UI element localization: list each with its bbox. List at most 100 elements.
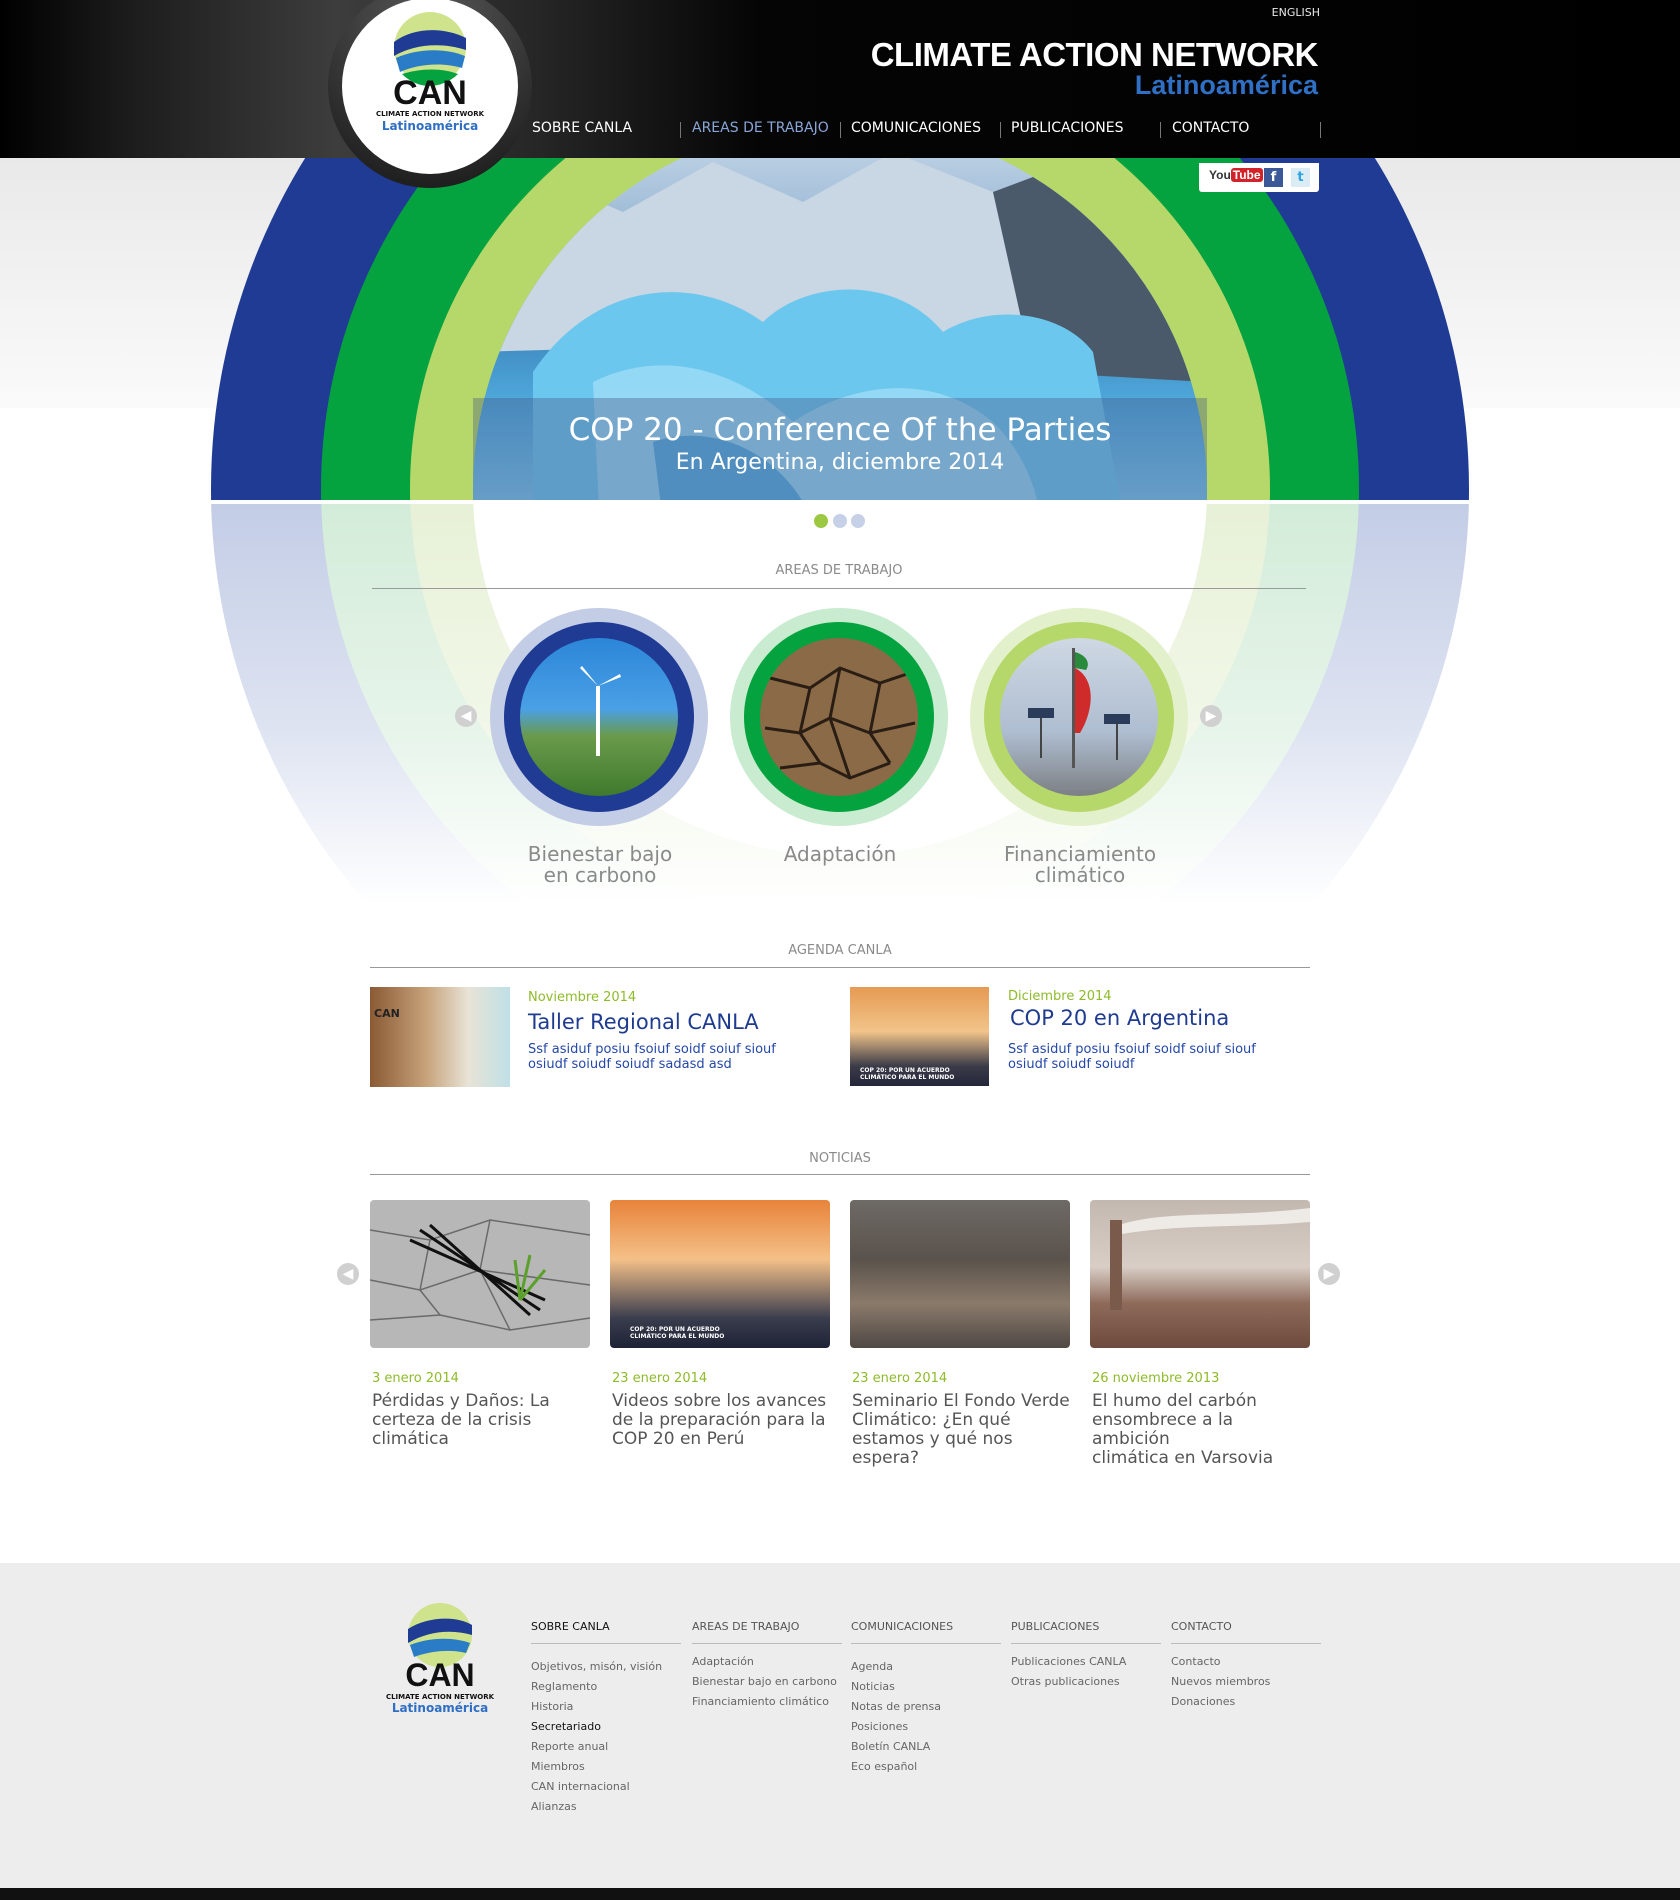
footer-logo-text: CAN <box>405 1657 475 1693</box>
footer-link[interactable]: Otras publicaciones <box>1011 1672 1126 1692</box>
slider-dot-2[interactable] <box>833 514 847 528</box>
news-date-4: 26 noviembre 2013 <box>1092 1371 1220 1386</box>
news-section-title: NOTICIAS <box>809 1151 871 1166</box>
footer-links-publicaciones: Publicaciones CANLA Otras publicaciones <box>1011 1652 1126 1692</box>
footer-heading-areas[interactable]: AREAS DE TRABAJO <box>692 1620 799 1633</box>
news-image-caption: COP 20: POR UN ACUERDO CLIMÁTICO PARA EL… <box>630 1326 725 1340</box>
footer-divider <box>1011 1643 1161 1644</box>
slider-dot-1[interactable] <box>814 514 828 528</box>
area-label-2[interactable]: Adaptación <box>720 844 960 865</box>
footer-divider <box>531 1643 681 1644</box>
footer-link[interactable]: Adaptación <box>692 1652 837 1672</box>
footer-link[interactable]: Nuevos miembros <box>1171 1672 1270 1692</box>
news-prev-arrow[interactable]: ◀ <box>337 1263 359 1285</box>
footer-link[interactable]: Objetivos, misón, visión <box>531 1657 662 1677</box>
footer-heading-publicaciones[interactable]: PUBLICACIONES <box>1011 1620 1099 1633</box>
site-footer <box>0 1563 1680 1888</box>
news-next-arrow[interactable]: ▶ <box>1318 1263 1340 1285</box>
news-title-4[interactable]: El humo del carbón ensombrece a la ambici… <box>1092 1392 1312 1468</box>
area-ring <box>504 622 694 812</box>
nav-separator <box>1320 122 1321 138</box>
footer-divider <box>1171 1643 1321 1644</box>
footer-link[interactable]: Boletín CANLA <box>851 1737 941 1757</box>
footer-link[interactable]: Miembros <box>531 1757 662 1777</box>
footer-link[interactable]: Eco español <box>851 1757 941 1777</box>
footer-link[interactable]: Noticias <box>851 1677 941 1697</box>
agenda-text-2: Ssf asiduf posiu fsoiuf soidf soiuf siou… <box>1008 1042 1256 1072</box>
wind-turbine-icon <box>580 666 621 756</box>
footer-link[interactable]: Agenda <box>851 1657 941 1677</box>
agenda-divider <box>370 967 1310 968</box>
cracked-earth-icon <box>764 666 916 780</box>
news-date-3: 23 enero 2014 <box>852 1371 948 1386</box>
area-ring <box>744 622 934 812</box>
area-card-adaptacion[interactable] <box>730 608 948 826</box>
news-title-2[interactable]: Videos sobre los avances de la preparació… <box>612 1392 832 1449</box>
language-link[interactable]: ENGLISH <box>1272 6 1320 19</box>
site-logo[interactable]: CAN CLIMATE ACTION NETWORK Latinoamérica <box>342 0 518 174</box>
area-label-1[interactable]: Bienestar bajo en carbono <box>480 844 720 886</box>
footer-link[interactable]: Bienestar bajo en carbono <box>692 1672 837 1692</box>
footer-link[interactable]: Notas de prensa <box>851 1697 941 1717</box>
footer-links-sobre-canla: Objetivos, misón, visión Reglamento Hist… <box>531 1657 662 1817</box>
footer-link[interactable]: Historia <box>531 1697 662 1717</box>
news-image-2[interactable]: COP 20: POR UN ACUERDO CLIMÁTICO PARA EL… <box>610 1200 830 1348</box>
area-card-bienestar[interactable] <box>490 608 708 826</box>
footer-divider <box>692 1643 842 1644</box>
chimney-smoke-icon <box>1110 1208 1310 1310</box>
footer-link[interactable]: Contacto <box>1171 1652 1270 1672</box>
news-image-3[interactable] <box>850 1200 1070 1348</box>
area-label-3[interactable]: Financiamiento climático <box>960 844 1200 886</box>
footer-heading-comunicaciones[interactable]: COMUNICACIONES <box>851 1620 953 1633</box>
nav-publicaciones[interactable]: PUBLICACIONES <box>1011 120 1123 136</box>
agenda-title-2[interactable]: COP 20 en Argentina <box>1010 1006 1229 1030</box>
footer-link[interactable]: Publicaciones CANLA <box>1011 1652 1126 1672</box>
slider-dot-3[interactable] <box>851 514 865 528</box>
news-title-1[interactable]: Pérdidas y Daños: La certeza de la crisis… <box>372 1392 592 1449</box>
footer-link[interactable]: Posiciones <box>851 1717 941 1737</box>
footer-logo[interactable]: CAN CLIMATE ACTION NETWORK Latinoamérica <box>380 1595 500 1715</box>
footer-links-comunicaciones: Agenda Noticias Notas de prensa Posicion… <box>851 1657 941 1777</box>
nav-separator <box>680 122 681 138</box>
footer-link[interactable]: CAN internacional <box>531 1777 662 1797</box>
agenda-image-2[interactable]: COP 20: POR UN ACUERDO CLIMÁTICO PARA EL… <box>850 987 989 1086</box>
nav-separator <box>840 122 841 138</box>
agenda-title-1[interactable]: Taller Regional CANLA <box>528 1010 759 1034</box>
agenda-image-1[interactable]: CAN <box>370 987 510 1087</box>
footer-link[interactable]: Donaciones <box>1171 1692 1270 1712</box>
nav-areas-de-trabajo[interactable]: AREAS DE TRABAJO <box>692 120 829 136</box>
cracked-earth-image <box>760 638 918 796</box>
news-image-1[interactable] <box>370 1200 590 1348</box>
nav-contacto[interactable]: CONTACTO <box>1172 120 1249 136</box>
footer-link[interactable]: Financiamiento climático <box>692 1692 837 1712</box>
nav-sobre-canla[interactable]: SOBRE CANLA <box>532 120 632 136</box>
footer-heading-contacto[interactable]: CONTACTO <box>1171 1620 1232 1633</box>
hero-subtitle: En Argentina, diciembre 2014 <box>675 450 1005 475</box>
area-ring <box>984 622 1174 812</box>
facebook-icon[interactable]: f <box>1264 168 1283 187</box>
logo-text: CAN <box>393 74 467 112</box>
nav-comunicaciones[interactable]: COMUNICACIONES <box>851 120 981 136</box>
footer-heading-sobre-canla[interactable]: SOBRE CANLA <box>531 1620 610 1633</box>
flag-solar-icon <box>1028 648 1130 768</box>
twitter-icon[interactable]: t <box>1291 168 1310 187</box>
areas-divider <box>372 588 1306 589</box>
footer-divider <box>851 1643 1001 1644</box>
youtube-icon[interactable]: You Tube <box>1209 168 1263 186</box>
footer-link[interactable]: Secretariado <box>531 1717 662 1737</box>
agenda-date-2: Diciembre 2014 <box>1008 989 1112 1004</box>
footer-link[interactable]: Reglamento <box>531 1677 662 1697</box>
footer-link[interactable]: Reporte anual <box>531 1737 662 1757</box>
areas-next-arrow[interactable]: ▶ <box>1200 705 1222 727</box>
wind-turbine-image <box>520 638 678 796</box>
news-image-4[interactable] <box>1090 1200 1310 1348</box>
news-title-3[interactable]: Seminario El Fondo Verde Climático: ¿En q… <box>852 1392 1072 1468</box>
areas-prev-arrow[interactable]: ◀ <box>455 705 477 727</box>
news-date-2: 23 enero 2014 <box>612 1371 708 1386</box>
agenda-image-caption: COP 20: POR UN ACUERDO CLIMÁTICO PARA EL… <box>860 1067 955 1081</box>
nav-separator <box>1160 122 1161 138</box>
footer-link[interactable]: Alianzas <box>531 1797 662 1817</box>
brand-title: CLIMATE ACTION NETWORK <box>870 36 1319 73</box>
area-card-financiamiento[interactable] <box>970 608 1188 826</box>
news-divider <box>370 1174 1310 1175</box>
